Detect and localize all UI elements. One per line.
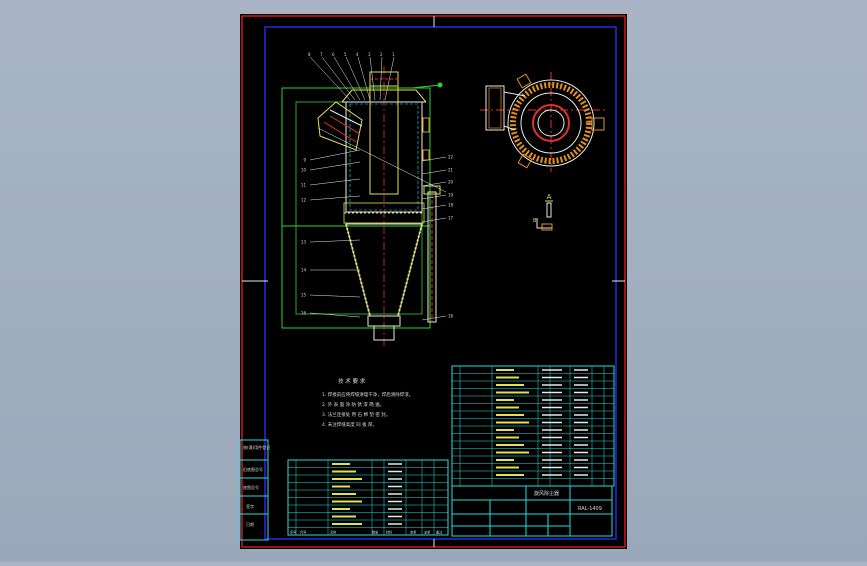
drawing-sheet	[240, 14, 627, 549]
cad-drawing-viewport[interactable]: 8 7 6 5 4 3 2 1 9 10 11 12 13 14 15 16 22 21 20 19 18 17 16 A …	[0, 0, 867, 562]
side-stamp-1: 借(通)用件登记	[243, 444, 270, 450]
bom-left-header-3: 数量	[372, 530, 379, 535]
bom-left-header-6: 总重	[424, 530, 431, 535]
part-number-right-6: 16	[448, 314, 454, 319]
tech-req-line-2: 2. 外 表 面 涂 防 锈 漆 两 遍。	[322, 401, 384, 408]
part-number-right-1: 21	[448, 168, 454, 173]
tech-req-title: 技 术 要 求	[338, 377, 366, 385]
part-number-left-6: 15	[301, 293, 307, 298]
side-stamp-2: 旧底图总号	[243, 466, 263, 472]
part-number-left-5: 14	[301, 268, 307, 273]
bom-left-header-0: 序号	[290, 530, 296, 535]
detail-b-label: B	[533, 218, 537, 224]
bom-left-header-4: 材料	[386, 530, 393, 535]
drawing-canvas: 8 7 6 5 4 3 2 191011121314151622212019181716 A …	[239, 14, 627, 549]
part-number-right-5: 17	[448, 216, 454, 221]
bom-left-header-2: 名称	[330, 530, 337, 535]
part-number-left-3: 12	[301, 198, 307, 203]
bom-left-header-5: 单重	[410, 530, 417, 535]
part-number-left-1: 10	[301, 168, 307, 173]
side-stamp-4: 签字	[246, 503, 254, 509]
drawing-number: RAL-1409	[578, 506, 602, 512]
side-stamp-5: 日期	[246, 521, 254, 527]
part-number-right-3: 19	[448, 193, 454, 198]
part-number-left-4: 13	[301, 240, 307, 245]
detail-a-label: A	[547, 193, 552, 201]
tech-req-line-3: 3. 法兰连接处 用 石 棉 垫 密 封。	[322, 411, 390, 418]
bom-left-header-1: 代号	[300, 530, 306, 535]
drawing-name: 旋风除尘器	[534, 490, 559, 497]
part-number-right-2: 20	[448, 180, 454, 185]
tech-req-line-4: 4. 未注焊缝高度 同 板 厚。	[322, 421, 377, 428]
side-stamp-3: 底图总号	[243, 484, 259, 490]
part-number-left-2: 11	[301, 183, 307, 188]
part-number-right-0: 22	[448, 155, 454, 160]
bom-left-header-7: 备注	[436, 530, 443, 535]
part-number-left-7: 16	[301, 311, 307, 316]
tech-req-line-1: 1. 焊接前应将焊缝清理干净，焊后清除焊渣。	[322, 391, 413, 398]
part-number-right-4: 18	[448, 203, 454, 208]
